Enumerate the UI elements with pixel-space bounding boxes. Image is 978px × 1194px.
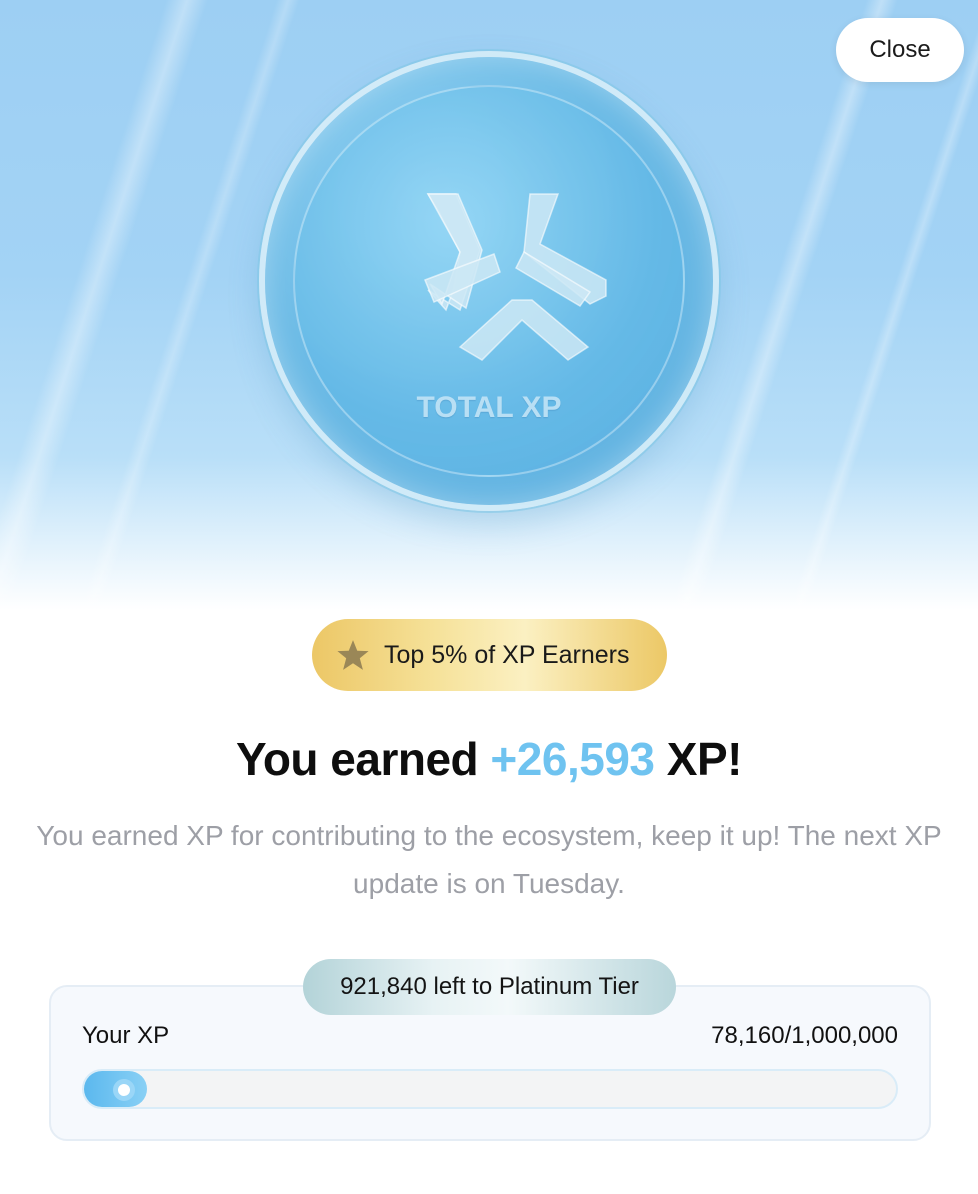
coin-face: TOTAL XP xyxy=(293,85,685,477)
earned-headline: You earned +26,593 XP! xyxy=(0,732,978,786)
xp-progress-bar xyxy=(82,1069,898,1109)
your-xp-label: Your XP xyxy=(82,1022,170,1049)
progress-knob xyxy=(113,1079,135,1101)
coin-label: TOTAL XP xyxy=(416,391,562,424)
earned-amount: +26,593 xyxy=(490,733,655,785)
tier-remaining-pill: 921,840 left to Platinum Tier xyxy=(303,959,676,1015)
rank-badge: Top 5% of XP Earners xyxy=(312,619,667,691)
headline-suffix: XP! xyxy=(654,733,743,785)
headline-prefix: You earned xyxy=(236,733,491,785)
star-icon xyxy=(337,640,369,670)
total-xp-coin: TOTAL XP xyxy=(259,51,719,511)
xp-value: 78,160/1,000,000 xyxy=(711,1022,898,1049)
badge-text: Top 5% of XP Earners xyxy=(384,640,630,669)
close-button[interactable]: Close xyxy=(836,18,964,82)
xp-logo-icon xyxy=(424,193,607,361)
description: You earned XP for contributing to the ec… xyxy=(36,820,942,899)
